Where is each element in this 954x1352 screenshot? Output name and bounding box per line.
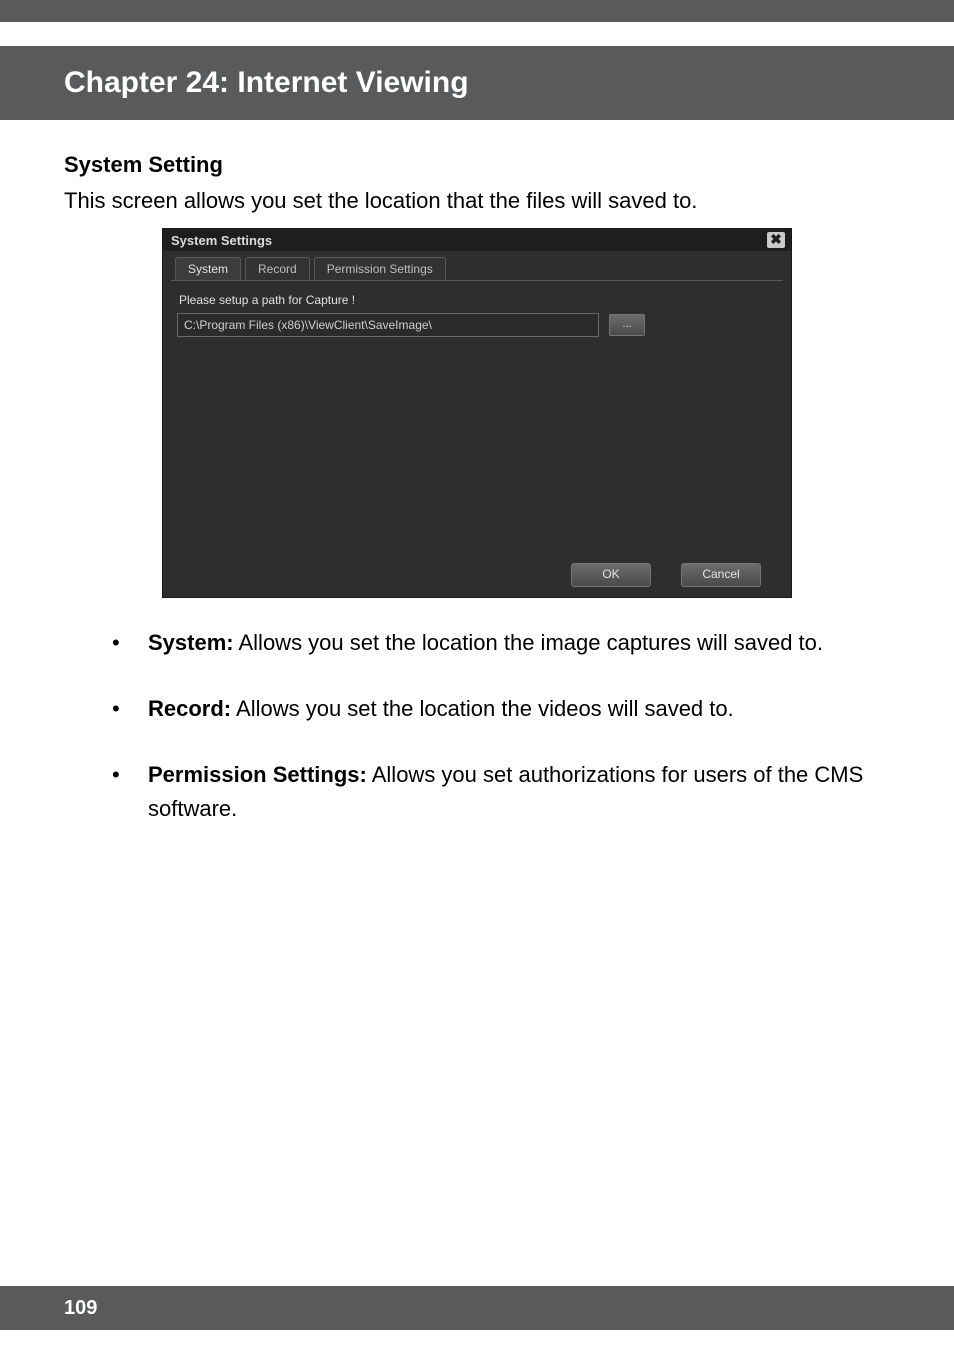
close-icon[interactable]: ✖ (767, 232, 785, 248)
tab-permission[interactable]: Permission Settings (314, 257, 446, 280)
tab-content: Please setup a path for Capture ! C:\Pro… (171, 280, 783, 557)
bullet-record-text: Allows you set the location the videos w… (231, 696, 734, 721)
window-titlebar: System Settings ✖ (163, 229, 791, 251)
tabs-row: System Record Permission Settings (163, 251, 791, 280)
ok-button[interactable]: OK (571, 563, 651, 587)
list-item: Record: Allows you set the location the … (112, 692, 890, 726)
page-content: System Setting This screen allows you se… (0, 120, 954, 826)
window-footer: OK Cancel (163, 557, 791, 597)
bullet-list: System: Allows you set the location the … (64, 626, 890, 826)
tab-record[interactable]: Record (245, 257, 310, 280)
list-item: Permission Settings: Allows you set auth… (112, 758, 890, 826)
bullet-record-label: Record: (148, 696, 231, 721)
capture-path-input[interactable]: C:\Program Files (x86)\ViewClient\SaveIm… (177, 313, 599, 337)
page-top-stripe (0, 0, 954, 22)
section-heading: System Setting (64, 152, 890, 178)
bullet-system-label: System: (148, 630, 234, 655)
window-title: System Settings (171, 233, 272, 248)
capture-path-row: C:\Program Files (x86)\ViewClient\SaveIm… (177, 313, 777, 337)
chapter-banner: Chapter 24: Internet Viewing (0, 46, 954, 120)
list-item: System: Allows you set the location the … (112, 626, 890, 660)
bullet-system-text: Allows you set the location the image ca… (234, 630, 823, 655)
chapter-title: Chapter 24: Internet Viewing (64, 66, 469, 99)
capture-path-label: Please setup a path for Capture ! (179, 293, 777, 307)
bullet-permission-label: Permission Settings: (148, 762, 367, 787)
screenshot-container: System Settings ✖ System Record Permissi… (64, 228, 890, 598)
cancel-button[interactable]: Cancel (681, 563, 761, 587)
browse-button[interactable]: ... (609, 314, 645, 336)
page-footer-bar: 109 (0, 1286, 954, 1330)
page-number: 109 (64, 1297, 97, 1320)
tab-system[interactable]: System (175, 257, 241, 280)
intro-text: This screen allows you set the location … (64, 188, 890, 214)
system-settings-window: System Settings ✖ System Record Permissi… (162, 228, 792, 598)
